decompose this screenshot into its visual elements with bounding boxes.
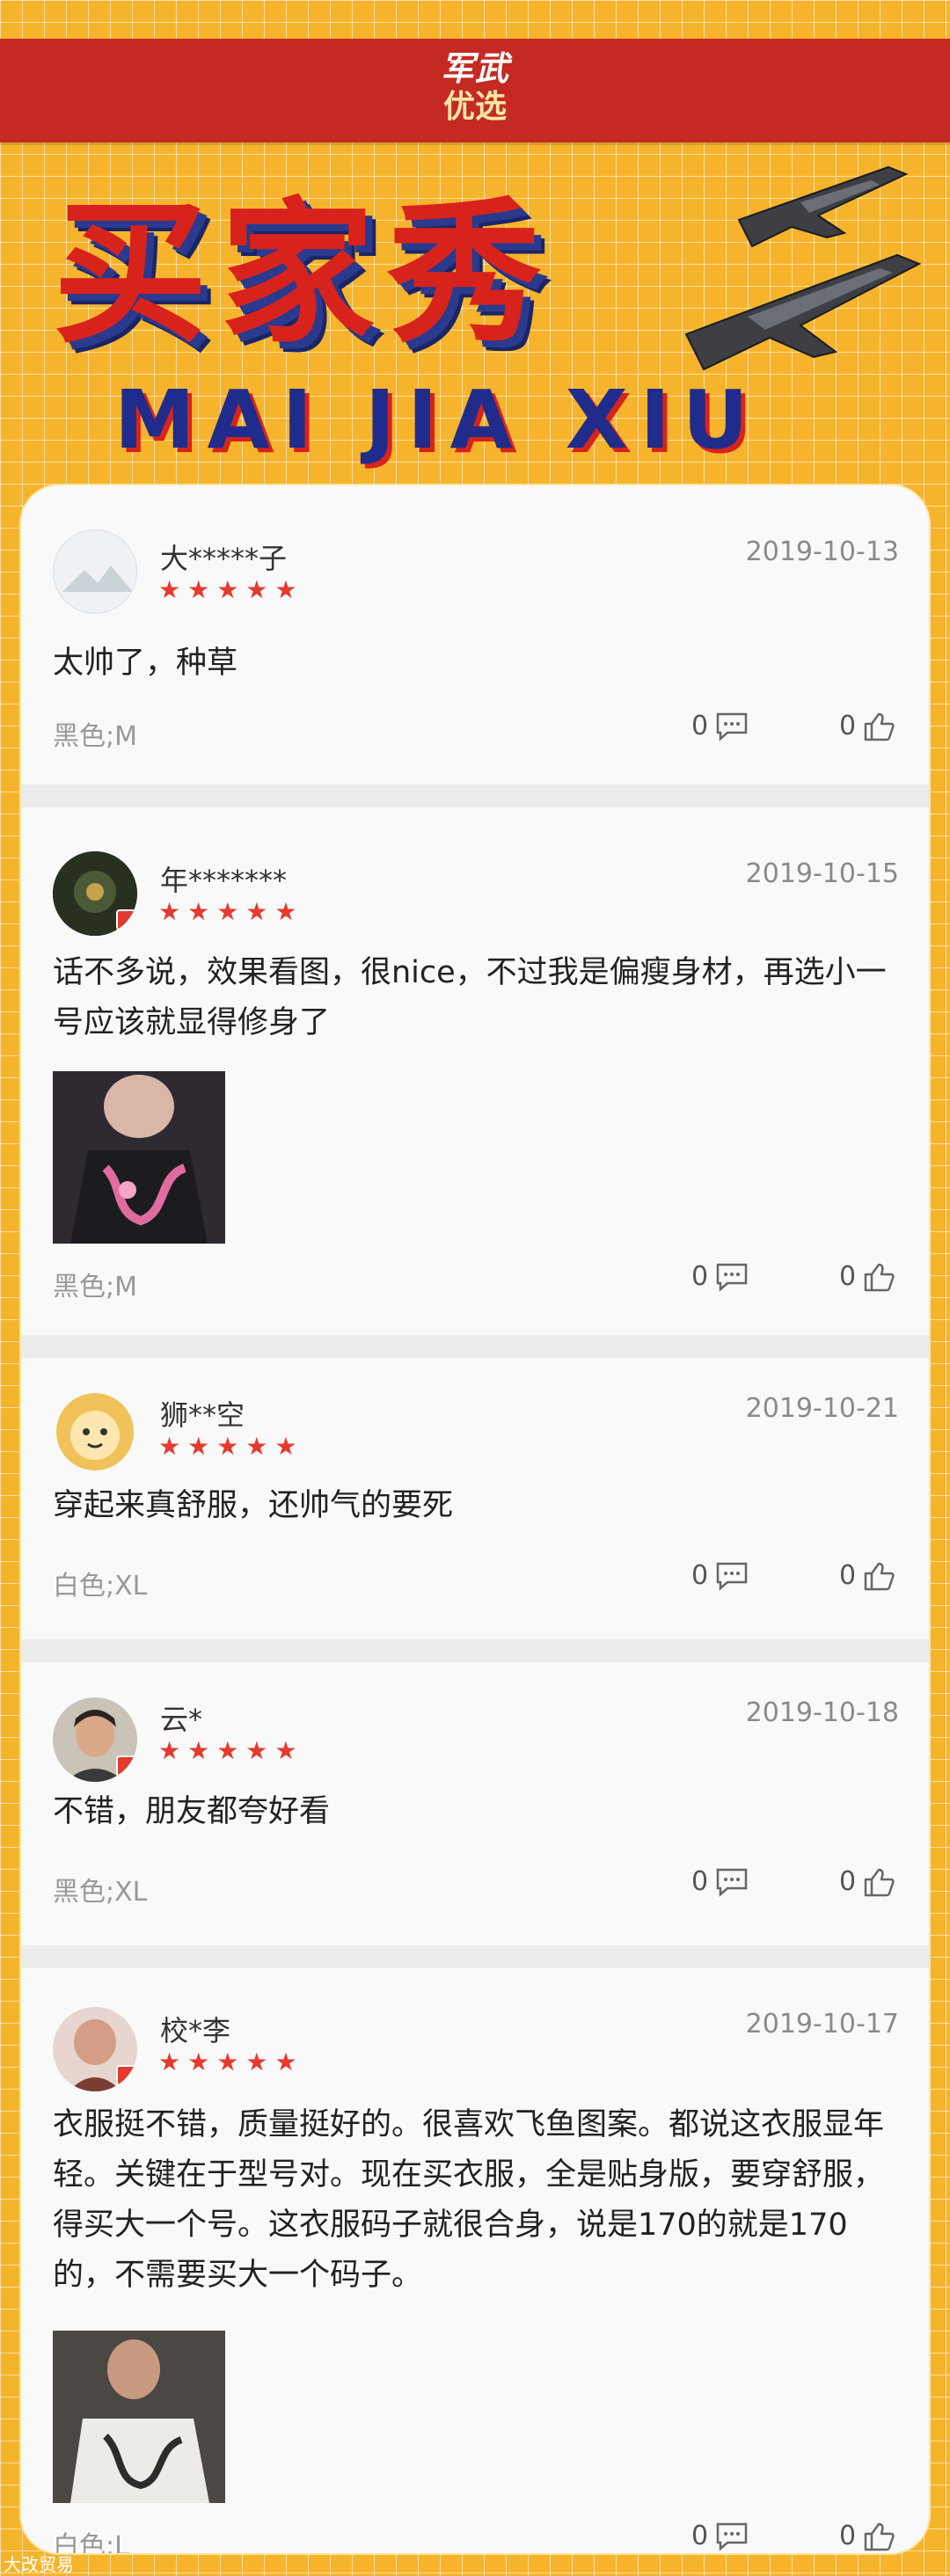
rating-stars: ★★★★★ [158,2047,304,2076]
comment-count: 0 [691,1261,709,1292]
comment-icon [716,1562,748,1591]
thumbs-up-icon [864,1263,895,1291]
review-date: 2019-10-13 [745,536,899,567]
comment-icon [716,712,748,741]
review-date: 2019-10-15 [745,858,899,889]
user-avatar[interactable] [53,529,137,614]
review-content: 太帅了，种草 [53,646,238,681]
fighter-jets-illustration [684,165,922,371]
logo-line2: 优选 [442,89,507,125]
user-name: 年******* [160,864,288,897]
logo-line1: 军武 [440,49,509,88]
lion-avatar-icon [53,1390,137,1474]
watermark: 大改贸易 [4,2554,74,2575]
user-name: 狮**空 [160,1398,245,1432]
like-button[interactable]: 0 [839,1866,895,1897]
divider [21,784,929,807]
page-title: 买家秀 [53,184,555,364]
review-content: 不错，朋友都夸好看 [53,1794,331,1829]
review-item: 狮**空 ★★★★★ 2019-10-21 穿起来真舒服，还帅气的要死 白色;X… [21,1358,929,1639]
user-badge-icon [116,909,137,930]
comment-count: 0 [691,1560,709,1591]
like-count: 0 [839,1560,857,1591]
landscape-avatar-icon [54,530,136,613]
thumbs-up-icon [864,2522,895,2550]
user-name: 大*****子 [160,542,288,575]
review-item: 大*****子 ★★★★★ 2019-10-13 太帅了，种草 黑色;M 0 0 [21,485,929,784]
comment-button[interactable]: 0 [691,1866,749,1897]
product-spec: 黑色;XL [53,1877,148,1908]
rating-stars: ★★★★★ [158,897,304,926]
comment-count: 0 [691,2521,709,2551]
review-item: 云* ★★★★★ 2019-10-18 不错，朋友都夸好看 黑色;XL 0 0 [21,1662,929,1945]
review-content: 话不多说，效果看图，很nice，不过我是偏瘦身材，再选小一号应该就显得修身了 [53,955,887,1040]
comment-button[interactable]: 0 [691,1560,749,1591]
comment-button[interactable]: 0 [691,1261,749,1292]
comment-count: 0 [691,1866,709,1897]
review-photo[interactable] [53,2331,225,2503]
thumbs-up-icon [864,1868,895,1896]
user-avatar[interactable] [53,851,137,936]
review-date: 2019-10-17 [745,2009,899,2040]
comment-icon [716,1263,748,1292]
product-spec: 黑色;M [53,721,137,752]
comment-icon [716,1868,748,1897]
like-button[interactable]: 0 [839,1560,895,1591]
rating-stars: ★★★★★ [158,575,304,604]
thumbs-up-icon [864,1562,895,1590]
comment-button[interactable]: 0 [691,2521,749,2551]
user-badge-icon [116,2065,137,2086]
comment-icon [716,2522,748,2551]
product-spec: 黑色;M [53,1272,137,1303]
like-button[interactable]: 0 [839,2521,895,2551]
page-subtitle: MAI JIA XIU [114,373,761,467]
user-avatar[interactable] [53,1697,137,1782]
divider [21,1335,929,1358]
divider [21,1945,929,1968]
review-photo-image [53,2331,225,2503]
review-item: 年******* ★★★★★ 2019-10-15 话不多说，效果看图，很nic… [21,807,929,1335]
like-count: 0 [839,1261,857,1292]
review-item: 校*李 ★★★★★ 2019-10-17 衣服挺不错，质量挺好的。很喜欢飞鱼图案… [21,1968,929,2553]
review-photo-image [53,1071,225,1244]
review-content: 穿起来真舒服，还帅气的要死 [53,1488,454,1523]
product-spec: 白色;XL [53,1571,148,1602]
user-avatar[interactable] [53,1390,137,1474]
user-badge-icon [116,1755,137,1777]
like-count: 0 [839,1866,857,1897]
like-count: 0 [839,711,857,741]
user-avatar[interactable] [53,2007,137,2091]
like-button[interactable]: 0 [839,711,895,741]
rating-stars: ★★★★★ [158,1736,304,1765]
reviews-card: 大*****子 ★★★★★ 2019-10-13 太帅了，种草 黑色;M 0 0… [19,484,931,2555]
like-button[interactable]: 0 [839,1261,895,1292]
review-content: 衣服挺不错，质量挺好的。很喜欢飞鱼图案。都说这衣服显年轻。关键在于型号对。现在买… [53,2107,885,2293]
review-date: 2019-10-18 [745,1697,899,1728]
like-count: 0 [839,2521,857,2551]
comment-button[interactable]: 0 [691,711,749,741]
brand-logo: 军武 优选 [431,49,519,134]
divider [21,1639,929,1662]
review-photo[interactable] [53,1071,225,1244]
user-name: 校*李 [160,2014,231,2047]
comment-count: 0 [691,711,709,741]
thumbs-up-icon [864,712,895,741]
review-date: 2019-10-21 [745,1393,899,1424]
rating-stars: ★★★★★ [158,1432,304,1461]
user-name: 云* [160,1703,203,1736]
